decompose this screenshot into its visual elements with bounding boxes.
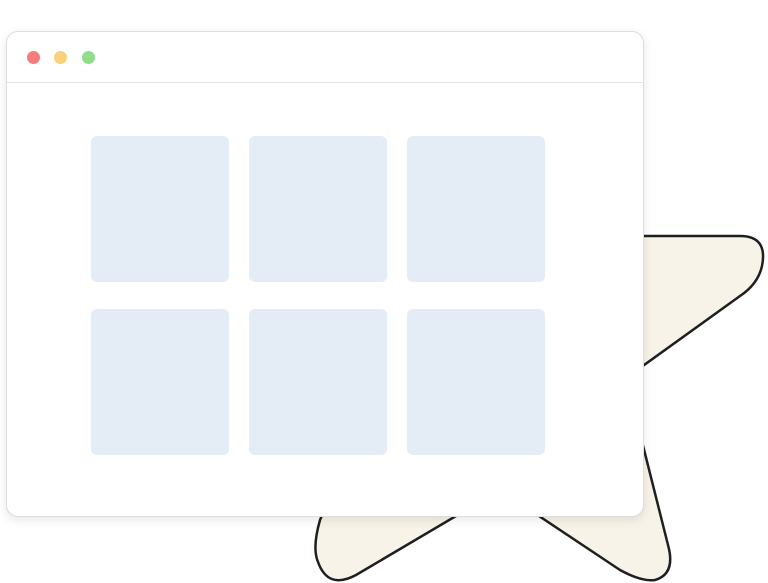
maximize-dot-icon[interactable] <box>82 51 95 64</box>
grid-tile <box>249 136 387 282</box>
illustration <box>0 0 768 583</box>
grid-tile <box>407 309 545 455</box>
grid-tile <box>407 136 545 282</box>
grid-tile <box>91 309 229 455</box>
window-titlebar <box>7 32 643 83</box>
grid-tile <box>91 136 229 282</box>
grid-tile <box>249 309 387 455</box>
browser-window <box>6 31 644 517</box>
minimize-dot-icon[interactable] <box>54 51 67 64</box>
close-dot-icon[interactable] <box>27 51 40 64</box>
